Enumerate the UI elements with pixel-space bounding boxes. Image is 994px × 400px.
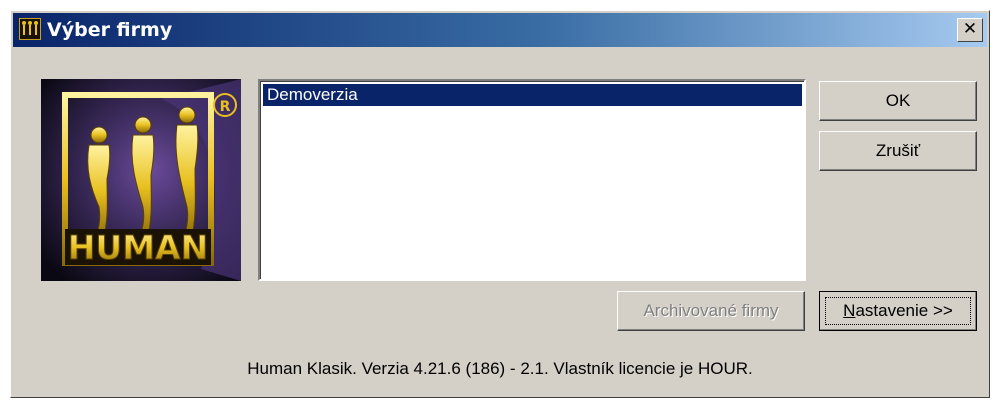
version-status-text: Human Klasik. Verzia 4.21.6 (186) - 2.1.… — [247, 359, 753, 378]
company-listbox[interactable]: Demoverzia — [258, 79, 806, 281]
archived-companies-button[interactable]: Archivované firmy — [617, 291, 805, 331]
company-select-dialog: Výber firmy ✕ HUMAN R Demoverzia OK Zruš… — [10, 10, 990, 398]
cancel-button[interactable]: Zrušiť — [819, 131, 977, 171]
settings-label: Nastavenie >> — [843, 301, 953, 320]
close-icon: ✕ — [962, 19, 978, 39]
title-bar[interactable]: Výber firmy ✕ — [13, 13, 987, 47]
human-logo: HUMAN R — [41, 79, 241, 281]
human-app-icon — [19, 18, 41, 40]
close-button[interactable]: ✕ — [957, 18, 983, 42]
list-item[interactable]: Demoverzia — [263, 84, 802, 106]
ok-button[interactable]: OK — [819, 81, 977, 121]
svg-text:R: R — [220, 99, 231, 115]
window-title: Výber firmy — [47, 19, 173, 41]
settings-button[interactable]: Nastavenie >> — [819, 291, 977, 331]
logo-wordmark: HUMAN — [68, 228, 208, 267]
